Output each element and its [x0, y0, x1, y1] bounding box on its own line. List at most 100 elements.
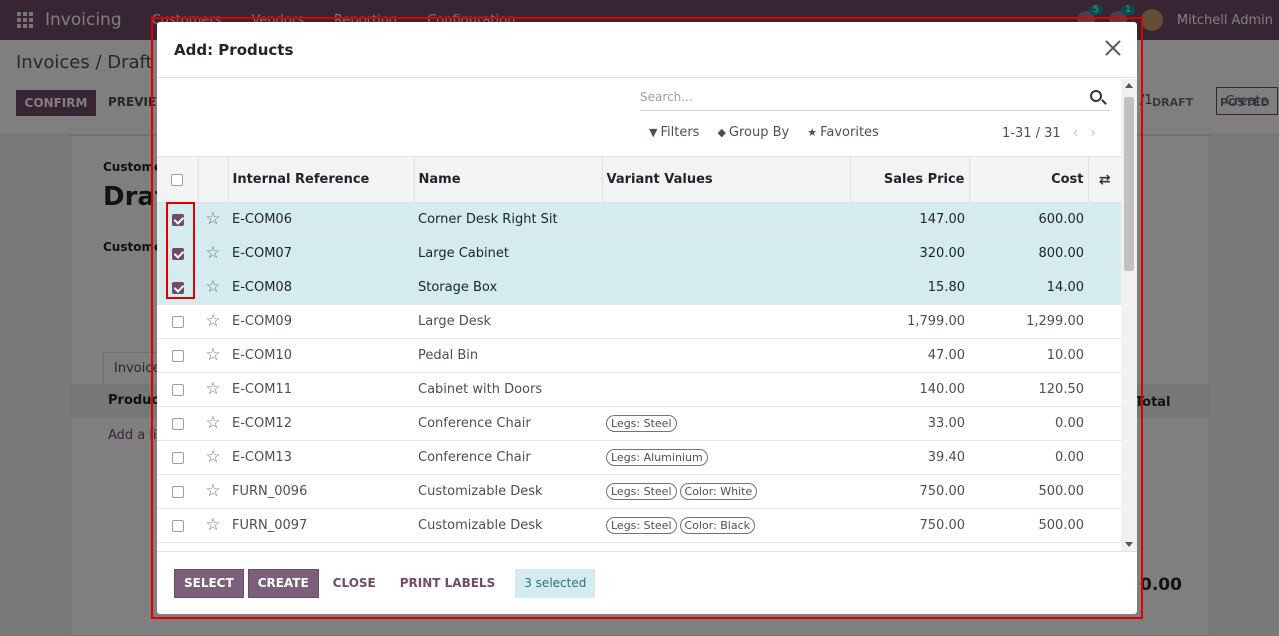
table-row[interactable]: ☆ E-COM13 Conference Chair Legs: Aluminium 3… — [157, 440, 1121, 475]
cost-cell: 800.00 — [1038, 246, 1085, 261]
variant-tag: Legs: Steel — [606, 483, 677, 500]
layers-icon: ◆ — [717, 126, 726, 139]
row-checkbox[interactable] — [171, 281, 184, 294]
row-select-cell — [157, 271, 198, 305]
sales-price-cell: 140.00 — [919, 382, 966, 397]
row-checkbox[interactable] — [171, 417, 184, 430]
row-checkbox[interactable] — [171, 247, 184, 260]
optional-columns-icon[interactable]: ⇄ — [1099, 172, 1111, 188]
product-name-cell: Corner Desk Right Sit — [418, 212, 558, 227]
select-all-cell — [157, 156, 199, 203]
table-row[interactable]: ☆ FURN_0096 Customizable Desk Legs: Steel Co… — [157, 474, 1121, 509]
favorite-star-icon[interactable]: ☆ — [205, 413, 220, 433]
row-checkbox[interactable] — [171, 383, 184, 396]
internal-reference-cell: FURN_0096 — [232, 484, 308, 499]
print-labels-button[interactable]: PRINT LABELS — [390, 569, 505, 598]
variant-values-cell — [602, 203, 850, 237]
sales-price-cell: 15.80 — [927, 280, 965, 295]
internal-reference-cell: E-COM10 — [232, 348, 292, 363]
cost-cell: 0.00 — [1055, 416, 1084, 431]
product-name-cell: Customizable Desk — [418, 518, 543, 533]
product-name-cell: Conference Chair — [418, 450, 531, 465]
search-input[interactable] — [640, 85, 1080, 109]
table-row[interactable]: ☆ E-COM12 Conference Chair Legs: Steel 33.00… — [157, 406, 1121, 441]
create-button[interactable]: CREATE — [247, 568, 319, 598]
variant-values-cell — [602, 305, 850, 339]
filters-label: Filters — [660, 125, 700, 140]
row-end-cell — [1088, 237, 1121, 271]
internal-reference-cell: E-COM13 — [232, 450, 292, 465]
products-table-wrap: Internal Reference Name Variant Values S… — [157, 156, 1121, 551]
scroll-down-icon[interactable] — [1125, 542, 1133, 547]
favorite-star-icon[interactable]: ☆ — [205, 345, 220, 365]
internal-reference-cell: E-COM11 — [232, 382, 292, 397]
row-checkbox[interactable] — [171, 519, 184, 532]
row-select-cell — [157, 407, 198, 441]
favorite-star-icon[interactable]: ☆ — [205, 277, 220, 297]
row-end-cell — [1088, 407, 1121, 441]
sales-price-cell: 47.00 — [927, 348, 965, 363]
table-row[interactable]: ☆ E-COM07 Large Cabinet 320.00 800.00 — [157, 236, 1121, 271]
table-row[interactable]: ☆ FURN_0097 Customizable Desk Legs: Steel Co… — [157, 508, 1121, 543]
favorite-star-icon[interactable]: ☆ — [205, 209, 220, 229]
col-sales-price[interactable]: Sales Price — [850, 156, 970, 203]
table-row[interactable]: ☆ E-COM06 Corner Desk Right Sit 147.00 600.0… — [157, 202, 1121, 237]
row-checkbox[interactable] — [171, 451, 184, 464]
cost-cell: 10.00 — [1046, 348, 1084, 363]
row-end-cell — [1088, 203, 1121, 237]
favorite-star-icon[interactable]: ☆ — [205, 515, 220, 535]
favorite-star-icon[interactable]: ☆ — [205, 481, 220, 501]
table-row[interactable]: ☆ E-COM08 Storage Box 15.80 14.00 — [157, 270, 1121, 305]
dialog-header: Add: Products — [157, 22, 1137, 78]
pager-next-icon[interactable]: › — [1090, 125, 1096, 141]
row-select-cell — [157, 475, 198, 509]
select-all-checkbox[interactable] — [171, 173, 184, 186]
cost-cell: 120.50 — [1038, 382, 1085, 397]
favorite-star-icon[interactable]: ☆ — [205, 243, 220, 263]
internal-reference-cell: E-COM12 — [232, 416, 292, 431]
group-by-button[interactable]: ◆ Group By — [717, 125, 789, 140]
search-icon[interactable] — [1090, 90, 1102, 102]
col-variant-values[interactable]: Variant Values — [602, 156, 851, 203]
pager-value[interactable]: 1-31 / 31 — [1002, 126, 1061, 141]
cost-cell: 500.00 — [1038, 484, 1085, 499]
close-button[interactable]: CLOSE — [323, 569, 386, 598]
cost-cell: 1,299.00 — [1026, 314, 1084, 329]
variant-values-cell: Legs: Steel — [602, 407, 850, 441]
scroll-thumb[interactable] — [1124, 97, 1134, 271]
col-name[interactable]: Name — [414, 156, 603, 203]
row-checkbox[interactable] — [171, 315, 184, 328]
table-row[interactable]: ☆ E-COM09 Large Desk 1,799.00 1,299.00 — [157, 304, 1121, 339]
variant-tag: Color: Black — [679, 517, 756, 534]
col-internal-reference[interactable]: Internal Reference — [228, 156, 415, 203]
favorite-star-icon[interactable]: ☆ — [205, 379, 220, 399]
selected-count-badge[interactable]: 3 selected — [515, 568, 596, 598]
close-icon[interactable] — [1103, 38, 1123, 58]
row-end-cell — [1088, 305, 1121, 339]
products-table: Internal Reference Name Variant Values S… — [157, 156, 1121, 543]
optional-columns-cell: ⇄ — [1088, 156, 1121, 203]
sales-price-cell: 33.00 — [927, 416, 965, 431]
col-cost[interactable]: Cost — [969, 156, 1089, 203]
select-button[interactable]: SELECT — [174, 568, 244, 598]
favorite-cell: ☆ — [198, 441, 228, 475]
filters-button[interactable]: ▼ Filters — [649, 125, 699, 140]
dialog-scrollbar[interactable] — [1121, 79, 1137, 551]
dialog-body: ▼Filters ◆Group By ★Favorites 1-31 / 31 … — [157, 79, 1137, 551]
sales-price-cell: 750.00 — [919, 518, 966, 533]
row-select-cell — [157, 441, 198, 475]
favorite-star-icon[interactable]: ☆ — [205, 447, 220, 467]
row-checkbox[interactable] — [171, 485, 184, 498]
pager-prev-icon[interactable]: ‹ — [1073, 125, 1079, 141]
row-checkbox[interactable] — [171, 349, 184, 362]
cost-cell: 600.00 — [1038, 212, 1085, 227]
table-row[interactable]: ☆ E-COM11 Cabinet with Doors 140.00 120.50 — [157, 372, 1121, 407]
favorites-button[interactable]: ★ Favorites — [807, 125, 879, 140]
product-name-cell: Cabinet with Doors — [418, 382, 543, 397]
favorite-star-icon[interactable]: ☆ — [205, 311, 220, 331]
scroll-up-icon[interactable] — [1125, 83, 1133, 88]
sales-price-cell: 1,799.00 — [907, 314, 965, 329]
table-row[interactable]: ☆ E-COM10 Pedal Bin 47.00 10.00 — [157, 338, 1121, 373]
row-checkbox[interactable] — [171, 213, 184, 226]
cost-cell: 500.00 — [1038, 518, 1085, 533]
